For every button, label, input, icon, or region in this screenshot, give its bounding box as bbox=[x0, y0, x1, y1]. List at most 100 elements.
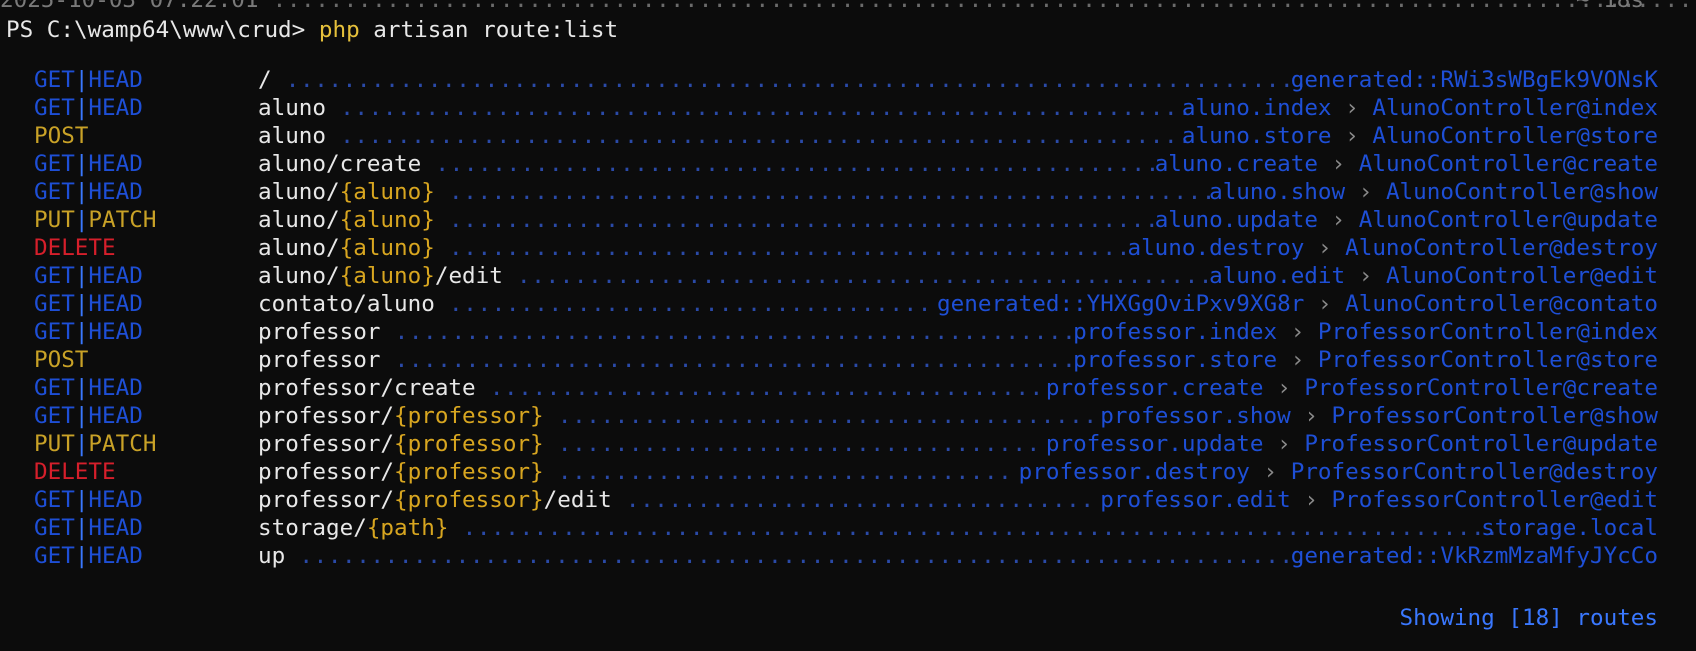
method-separator: | bbox=[74, 543, 89, 569]
route-name: professor.destroy bbox=[1018, 459, 1250, 485]
route-count-summary: Showing [18] routes bbox=[1399, 605, 1658, 631]
method-verb: HEAD bbox=[88, 543, 143, 569]
route-uri: / ......................................… bbox=[258, 66, 1308, 94]
method-verb: GET bbox=[34, 543, 75, 569]
method-separator: | bbox=[74, 291, 89, 317]
route-path-segment: professor bbox=[258, 319, 381, 345]
route-arrow: › bbox=[1345, 179, 1386, 205]
route-name: aluno.update bbox=[1154, 207, 1318, 233]
method-separator: | bbox=[74, 179, 89, 205]
method-verb: DELETE bbox=[34, 459, 116, 485]
route-name: professor.index bbox=[1073, 319, 1278, 345]
route-uri: aluno/{aluno} ..........................… bbox=[258, 206, 1159, 234]
route-path-segment: /edit bbox=[543, 487, 612, 513]
route-action: AlunoController@contato bbox=[1345, 291, 1658, 317]
route-uri: professor ..............................… bbox=[258, 346, 1076, 374]
leader-dots: ........................................… bbox=[434, 235, 1131, 261]
method-verb: HEAD bbox=[88, 487, 143, 513]
route-method: GET|HEAD bbox=[34, 150, 143, 178]
method-separator: | bbox=[74, 487, 89, 513]
route-row: GET|HEAD professor/{professor} ..........… bbox=[0, 402, 1696, 430]
route-target: storage.local bbox=[1481, 514, 1658, 542]
route-parameter: {professor} bbox=[394, 459, 544, 485]
method-verb: HEAD bbox=[88, 403, 143, 429]
route-arrow: › bbox=[1277, 347, 1318, 373]
leader-dots: ................................. bbox=[611, 487, 1095, 513]
leader-dots: ........................................… bbox=[434, 179, 1216, 205]
leader-dots: ........................................… bbox=[502, 263, 1213, 289]
route-target: aluno.create › AlunoController@create bbox=[1155, 150, 1658, 178]
route-arrow: › bbox=[1345, 263, 1386, 289]
route-row: GET|HEAD / ..............................… bbox=[0, 66, 1696, 94]
route-uri: aluno ..................................… bbox=[258, 94, 1192, 122]
route-target: professor.store › ProfessorController@st… bbox=[1073, 346, 1658, 374]
route-parameter: {professor} bbox=[394, 487, 544, 513]
route-method: GET|HEAD bbox=[34, 374, 143, 402]
route-name: professor.create bbox=[1045, 375, 1264, 401]
route-method: POST bbox=[34, 346, 88, 374]
method-separator: | bbox=[74, 515, 89, 541]
route-row: POST aluno ..............................… bbox=[0, 122, 1696, 150]
method-verb: HEAD bbox=[88, 515, 143, 541]
route-path-segment: professor/ bbox=[258, 431, 395, 457]
route-name: aluno.store bbox=[1181, 123, 1332, 149]
method-verb: HEAD bbox=[88, 95, 143, 121]
route-method: GET|HEAD bbox=[34, 178, 143, 206]
method-verb: HEAD bbox=[88, 67, 143, 93]
leader-dots: ........................................… bbox=[326, 123, 1193, 149]
route-arrow: › bbox=[1290, 403, 1332, 429]
method-separator: | bbox=[74, 95, 89, 121]
method-verb: GET bbox=[34, 291, 75, 317]
route-uri: storage/{path} .........................… bbox=[258, 514, 1499, 542]
route-method: GET|HEAD bbox=[34, 94, 143, 122]
previous-prompt-status: 2025-10-03 07:22:01 ....................… bbox=[0, 0, 1696, 14]
method-verb: GET bbox=[34, 67, 75, 93]
route-uri: professor/{professor}/edit .............… bbox=[258, 486, 1095, 514]
route-row: GET|HEAD aluno ..........................… bbox=[0, 94, 1696, 122]
route-uri: professor/{professor} ..................… bbox=[258, 430, 1041, 458]
route-method: POST bbox=[34, 122, 88, 150]
route-row: GET|HEAD professor/{professor}/edit .....… bbox=[0, 486, 1696, 514]
method-separator: | bbox=[74, 431, 89, 457]
route-row: GET|HEAD up .............................… bbox=[0, 542, 1696, 570]
route-uri: professor/create .......................… bbox=[258, 374, 1044, 402]
leader-dots: ................................ bbox=[543, 459, 1013, 485]
route-path-segment: aluno bbox=[258, 123, 327, 149]
route-action: ProfessorController@show bbox=[1331, 403, 1658, 429]
route-target: professor.edit › ProfessorController@edi… bbox=[1100, 486, 1658, 514]
method-verb: GET bbox=[34, 403, 75, 429]
route-name: aluno.show bbox=[1209, 179, 1346, 205]
route-row: GET|HEAD aluno/{aluno} ..................… bbox=[0, 178, 1696, 206]
route-action: AlunoController@update bbox=[1358, 207, 1658, 233]
route-name: professor.store bbox=[1073, 347, 1278, 373]
method-verb: GET bbox=[34, 515, 75, 541]
prompt-path: PS C:\wamp64\www\crud> bbox=[6, 17, 319, 43]
route-action: AlunoController@destroy bbox=[1345, 235, 1658, 261]
route-uri: up .....................................… bbox=[258, 542, 1308, 570]
route-method: GET|HEAD bbox=[34, 290, 143, 318]
route-path-segment: aluno/ bbox=[258, 263, 340, 289]
route-name: generated::VkRzmMzaMfyJYcCo bbox=[1290, 543, 1658, 569]
route-action: ProfessorController@index bbox=[1317, 319, 1658, 345]
route-name: professor.show bbox=[1100, 403, 1291, 429]
timestamp: 2025-10-03 07:22:01 bbox=[0, 0, 259, 13]
command-prompt[interactable]: PS C:\wamp64\www\crud> php artisan route… bbox=[6, 16, 1696, 44]
route-action: AlunoController@edit bbox=[1385, 263, 1658, 289]
leader-dots: .................................. bbox=[543, 431, 1041, 457]
route-arrow: › bbox=[1263, 431, 1305, 457]
route-action: AlunoController@show bbox=[1385, 179, 1658, 205]
route-uri: aluno/create ...........................… bbox=[258, 150, 1160, 178]
route-name: generated::YHXGgOviPxv9XG8r bbox=[937, 291, 1305, 317]
route-row: DELETE aluno/{aluno} ....................… bbox=[0, 234, 1696, 262]
route-arrow: › bbox=[1277, 319, 1318, 345]
route-name: generated::RWi3sWBgEk9VONsK bbox=[1290, 67, 1658, 93]
route-arrow: › bbox=[1304, 291, 1346, 317]
command-program: php bbox=[318, 17, 360, 43]
route-target: aluno.index › AlunoController@index bbox=[1182, 94, 1658, 122]
route-action: ProfessorController@store bbox=[1317, 347, 1658, 373]
route-target: professor.destroy › ProfessorController@… bbox=[1019, 458, 1658, 486]
route-parameter: {aluno} bbox=[339, 263, 435, 289]
terminal-window[interactable]: 2025-10-03 07:22:01 ....................… bbox=[0, 0, 1696, 651]
route-method: GET|HEAD bbox=[34, 66, 143, 94]
route-row: POST professor ..........................… bbox=[0, 346, 1696, 374]
